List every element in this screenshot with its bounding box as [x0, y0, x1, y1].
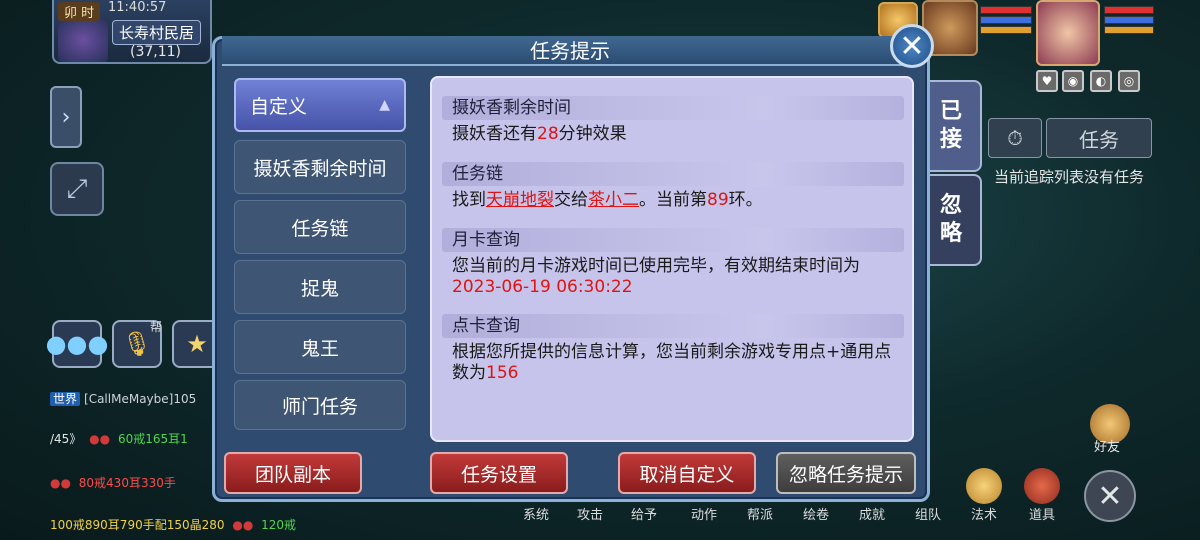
- points-value: 156: [486, 363, 519, 383]
- treasure-chest-icon: [1024, 468, 1060, 504]
- pet-icon: ●●: [89, 432, 111, 446]
- expand-icon: ⤢: [66, 173, 88, 204]
- section-heading-points: 点卡查询: [442, 314, 904, 338]
- section-body-points: 根据您所提供的信息计算，您当前剩余游戏专用点+通用点数为156: [452, 342, 892, 383]
- category-custom[interactable]: 自定义 ▲: [234, 78, 406, 132]
- chat-bubble-icon: ●●●: [45, 330, 109, 358]
- chat-line[interactable]: ●● 80戒430耳330手: [50, 474, 176, 491]
- menu-achievement[interactable]: 成就: [852, 504, 892, 523]
- cancel-custom-button[interactable]: 取消自定义: [618, 452, 756, 494]
- player-sp-bar: [1104, 26, 1154, 34]
- task-settings-button[interactable]: 任务设置: [430, 452, 568, 494]
- player-mp-bar: [1104, 16, 1154, 24]
- menu-system[interactable]: 系统: [516, 504, 556, 523]
- chat-button[interactable]: ●●●: [46, 320, 108, 368]
- section-body-incense: 摄妖香还有28分钟效果: [452, 124, 627, 144]
- teammate-hp-bar: [980, 6, 1032, 14]
- buff-status-icon[interactable]: ◉: [1062, 70, 1084, 92]
- category-incense-time[interactable]: 摄妖香剩余时间: [234, 140, 406, 194]
- clock: 11:40:57: [108, 0, 167, 15]
- chat-line[interactable]: 世界 [CallMeMaybe]105: [50, 390, 196, 407]
- time-of-day-tag: 卯 时: [58, 2, 101, 21]
- player-portrait[interactable]: [1036, 0, 1100, 66]
- chat-line-text: [CallMeMaybe]105: [84, 392, 197, 406]
- category-label: 师门任务: [281, 395, 358, 418]
- task-tracker-button[interactable]: 任务: [1046, 118, 1152, 158]
- close-icon: ✕: [1097, 478, 1123, 514]
- team-dungeon-button[interactable]: 团队副本: [224, 452, 362, 494]
- location-coordinates: (37,11): [130, 44, 182, 60]
- menu-team[interactable]: 组队: [908, 504, 948, 523]
- emote-icon: ★: [186, 330, 208, 358]
- section-body-monthly: 您当前的月卡游戏时间已使用完毕，有效期结束时间为2023-06-19 06:30…: [452, 256, 860, 297]
- world-channel-tag: 世界: [50, 392, 81, 406]
- close-menu-button[interactable]: ✕: [1084, 470, 1136, 522]
- voice-channel-tag: 帮: [150, 320, 163, 334]
- location-name[interactable]: 长寿村民居: [112, 20, 202, 45]
- menu-scroll[interactable]: 绘卷: [796, 504, 836, 523]
- category-task-chain[interactable]: 任务链: [234, 200, 406, 254]
- dialog-title: 任务提示: [530, 39, 610, 63]
- menu-items[interactable]: 道具: [1022, 504, 1062, 523]
- heart-status-icon[interactable]: ♥: [1036, 70, 1058, 92]
- category-label: 自定义: [250, 95, 308, 118]
- section-body-chain: 找到天崩地裂交给茶小二。当前第89环。: [452, 190, 763, 210]
- incense-minutes: 28: [537, 124, 559, 144]
- chat-line-text: 80戒430耳330手: [78, 476, 176, 490]
- buff-status-icon[interactable]: ◎: [1118, 70, 1140, 92]
- buff-status-icon[interactable]: ◐: [1090, 70, 1112, 92]
- place-link[interactable]: 天崩地裂: [486, 190, 554, 210]
- chat-line-text: 60戒165耳1: [117, 432, 188, 446]
- chat-line-text: 120戒: [261, 518, 297, 532]
- pet-icon: ●●: [232, 518, 254, 532]
- minimap-thumbnail[interactable]: [58, 18, 108, 62]
- menu-action[interactable]: 动作: [684, 504, 724, 523]
- player-hp-bar: [1104, 6, 1154, 14]
- category-sect-task[interactable]: 师门任务: [234, 380, 406, 430]
- close-icon: ✕: [899, 28, 925, 64]
- microphone-icon: 🎙: [121, 330, 153, 358]
- timer-button[interactable]: ⏱: [988, 118, 1042, 158]
- bell-icon: [966, 468, 1002, 504]
- section-heading-chain: 任务链: [442, 162, 904, 186]
- category-label: 鬼王: [300, 337, 339, 360]
- category-label: 捉鬼: [300, 277, 339, 300]
- tracker-empty-text: 当前追踪列表没有任务: [994, 168, 1145, 186]
- menu-give[interactable]: 给予: [624, 504, 664, 523]
- friends-label: 好友: [1094, 440, 1121, 455]
- menu-guild[interactable]: 帮派: [740, 504, 780, 523]
- section-heading-monthly: 月卡查询: [442, 228, 904, 252]
- npc-link[interactable]: 茶小二: [588, 190, 639, 210]
- dialog-close-button[interactable]: ✕: [890, 24, 934, 68]
- menu-spell[interactable]: 法术: [964, 504, 1004, 523]
- category-ghost-king[interactable]: 鬼王: [234, 320, 406, 374]
- category-label: 摄妖香剩余时间: [253, 157, 387, 180]
- teammate-mp-bar: [980, 16, 1032, 24]
- chat-line-text: /45》: [50, 432, 82, 446]
- chat-line[interactable]: /45》 ●● 60戒165耳1: [50, 430, 188, 447]
- pet-icon: ●●: [50, 476, 71, 490]
- chevron-right-icon: ›: [61, 104, 71, 130]
- teammate-sp-bar: [980, 26, 1032, 34]
- chain-round: 89: [707, 190, 729, 210]
- expand-sidebar-button[interactable]: ›: [50, 86, 82, 148]
- monthly-expiry: 2023-06-19 06:30:22: [452, 277, 633, 297]
- category-ghost-catching[interactable]: 捉鬼: [234, 260, 406, 314]
- chat-line[interactable]: 100戒890耳790手配150晶280 ●● 120戒: [50, 516, 296, 533]
- clock-icon: ⏱: [1007, 126, 1023, 150]
- ignore-hint-button[interactable]: 忽略任务提示: [776, 452, 916, 494]
- chevron-up-icon: ▲: [379, 97, 390, 113]
- section-heading-incense: 摄妖香剩余时间: [442, 96, 904, 120]
- chat-line-text: 100戒890耳790手配150晶280: [50, 518, 225, 532]
- menu-attack[interactable]: 攻击: [570, 504, 610, 523]
- category-label: 任务链: [291, 217, 349, 240]
- fullscreen-button[interactable]: ⤢: [50, 162, 104, 216]
